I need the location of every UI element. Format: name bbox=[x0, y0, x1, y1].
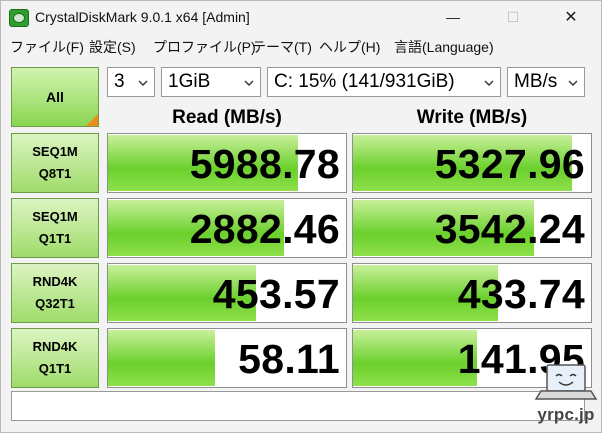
test-button-rnd4k-q1t1[interactable]: RND4K Q1T1 bbox=[11, 328, 99, 388]
test-size-select[interactable]: 1GiB bbox=[161, 67, 261, 97]
read-result-seq1m-q8t1: 5988.78 bbox=[107, 133, 347, 193]
read-result-seq1m-q1t1: 2882.46 bbox=[107, 198, 347, 258]
watermark: yrpc.jp bbox=[533, 361, 599, 431]
test-label-line2: Q1T1 bbox=[38, 361, 72, 376]
test-label-line1: SEQ1M bbox=[32, 209, 78, 224]
write-value: 433.74 bbox=[457, 271, 585, 317]
chevron-down-icon bbox=[484, 80, 494, 86]
comment-field[interactable] bbox=[11, 391, 585, 421]
test-label-line1: RND4K bbox=[32, 339, 78, 354]
menu-bar: ファイル(F) 設定(S) プロファイル(P) テーマ(T) ヘルプ(H) 言語… bbox=[1, 34, 601, 58]
crystaldiskmark-app-icon bbox=[9, 9, 29, 27]
chevron-down-icon bbox=[138, 80, 148, 86]
test-size-value: 1GiB bbox=[168, 71, 211, 92]
write-result-seq1m-q8t1: 5327.96 bbox=[352, 133, 592, 193]
menu-settings[interactable]: 設定(S) bbox=[89, 37, 136, 57]
read-value: 2882.46 bbox=[189, 206, 340, 252]
test-label-line1: SEQ1M bbox=[32, 144, 78, 159]
test-button-seq1m-q1t1[interactable]: SEQ1M Q1T1 bbox=[11, 198, 99, 258]
write-value: 5327.96 bbox=[434, 141, 585, 187]
minimize-button[interactable]: — bbox=[431, 1, 475, 33]
watermark-text: yrpc.jp bbox=[537, 405, 595, 424]
test-button-seq1m-q8t1[interactable]: SEQ1M Q8T1 bbox=[11, 133, 99, 193]
menu-help[interactable]: ヘルプ(H) bbox=[319, 37, 380, 57]
read-bar bbox=[108, 330, 216, 386]
window-title: CrystalDiskMark 9.0.1 x64 [Admin] bbox=[35, 9, 250, 25]
test-label-line2: Q32T1 bbox=[35, 296, 75, 311]
test-count-value: 3 bbox=[114, 71, 125, 92]
menu-theme[interactable]: テーマ(T) bbox=[252, 37, 312, 57]
maximize-button[interactable]: ☐ bbox=[491, 1, 535, 33]
benchmark-panel: All 3 1GiB C: 15% (141/931GiB) MB/s Read… bbox=[10, 64, 598, 428]
read-value: 5988.78 bbox=[189, 141, 340, 187]
write-header: Write (MB/s) bbox=[416, 107, 528, 128]
title-bar[interactable]: CrystalDiskMark 9.0.1 x64 [Admin] — ☐ ✕ bbox=[1, 1, 601, 33]
corner-marker bbox=[86, 114, 98, 126]
test-count-select[interactable]: 3 bbox=[107, 67, 155, 97]
app-window: CrystalDiskMark 9.0.1 x64 [Admin] — ☐ ✕ … bbox=[0, 0, 602, 433]
chevron-down-icon bbox=[568, 80, 578, 86]
test-label-line1: RND4K bbox=[32, 274, 78, 289]
test-label-line2: Q1T1 bbox=[38, 231, 72, 246]
drive-select[interactable]: C: 15% (141/931GiB) bbox=[267, 67, 501, 97]
menu-file[interactable]: ファイル(F) bbox=[10, 37, 84, 57]
close-button[interactable]: ✕ bbox=[549, 1, 593, 33]
drive-value: C: 15% (141/931GiB) bbox=[274, 71, 455, 92]
chevron-down-icon bbox=[244, 80, 254, 86]
run-all-button[interactable]: All bbox=[11, 67, 99, 127]
read-value: 453.57 bbox=[212, 271, 340, 317]
unit-value: MB/s bbox=[514, 71, 558, 92]
write-value: 3542.24 bbox=[434, 206, 585, 252]
test-label-line2: Q8T1 bbox=[38, 166, 72, 181]
laptop-face-icon bbox=[534, 364, 598, 400]
unit-select[interactable]: MB/s bbox=[507, 67, 585, 97]
read-result-rnd4k-q1t1: 58.11 bbox=[107, 328, 347, 388]
write-result-seq1m-q1t1: 3542.24 bbox=[352, 198, 592, 258]
read-header: Read (MB/s) bbox=[172, 107, 282, 128]
menu-language[interactable]: 言語(Language) bbox=[394, 37, 494, 57]
test-button-rnd4k-q32t1[interactable]: RND4K Q32T1 bbox=[11, 263, 99, 323]
read-value: 58.11 bbox=[238, 336, 340, 382]
menu-profile[interactable]: プロファイル(P) bbox=[153, 37, 256, 57]
read-result-rnd4k-q32t1: 453.57 bbox=[107, 263, 347, 323]
write-result-rnd4k-q32t1: 433.74 bbox=[352, 263, 592, 323]
run-all-label: All bbox=[46, 89, 64, 105]
